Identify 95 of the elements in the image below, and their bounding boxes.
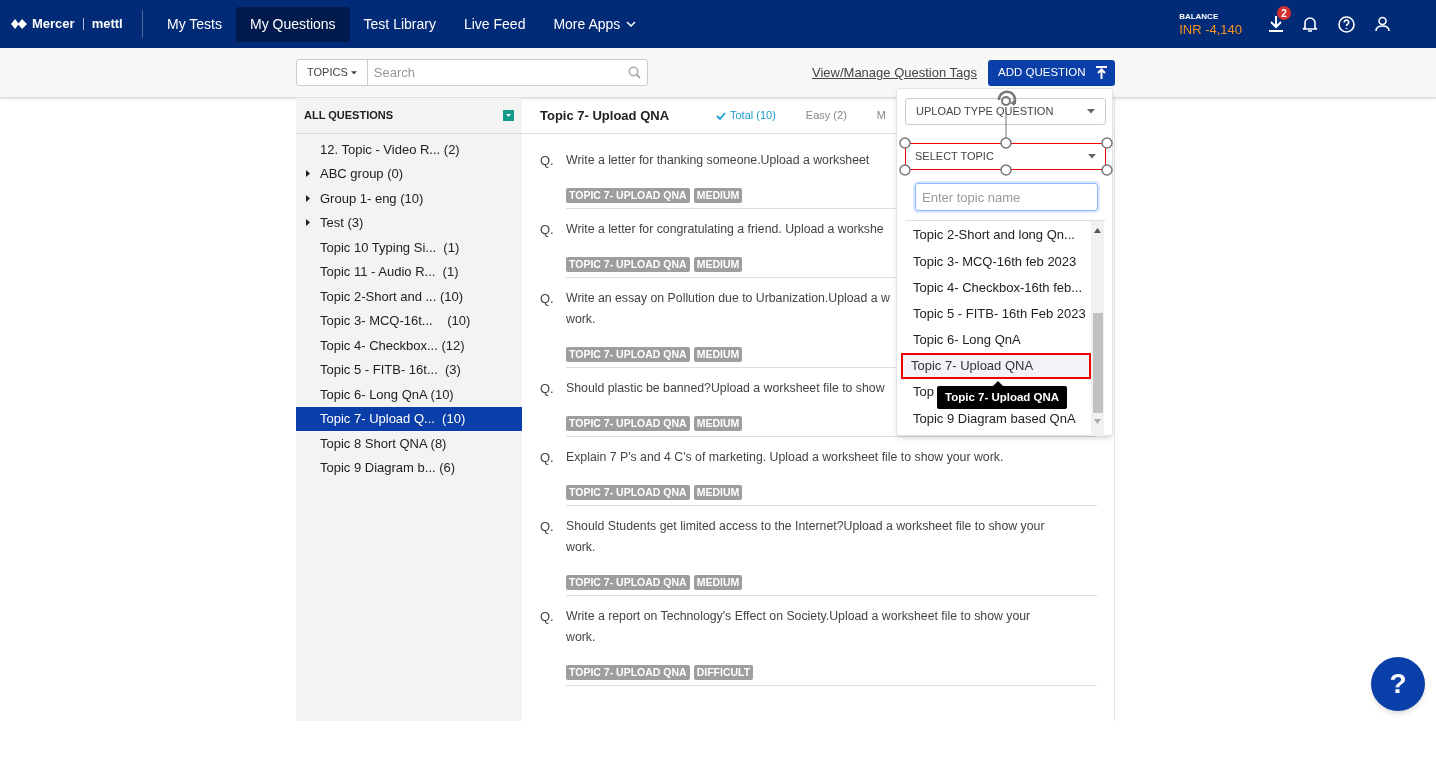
question-tag: TOPIC 7- UPLOAD QNA (566, 665, 690, 680)
user-icon[interactable] (1375, 16, 1390, 32)
expand-arrow-icon[interactable] (306, 170, 310, 178)
expand-arrow-icon[interactable] (306, 219, 310, 227)
question-type-select[interactable]: UPLOAD TYPE QUESTION (905, 98, 1106, 125)
sidebar-item[interactable]: Group 1- eng (10) (296, 186, 522, 211)
question-tag: TOPIC 7- UPLOAD QNA (566, 188, 690, 203)
nav-tab[interactable]: Live Feed (449, 6, 540, 42)
balance-label: BALANCE (1179, 12, 1220, 21)
check-icon (716, 111, 726, 120)
question-tag: MEDIUM (693, 257, 743, 272)
dropdown-option[interactable]: Topic 5 - FITB- 16th Feb 2023 (905, 300, 1091, 327)
sidebar-item[interactable]: Test (3) (296, 210, 522, 235)
question-tag: TOPIC 7- UPLOAD QNA (566, 347, 690, 362)
question-tag: TOPIC 7- UPLOAD QNA (566, 485, 690, 500)
question-text: work. (566, 539, 596, 556)
manage-tags-link[interactable]: View/Manage Question Tags (812, 62, 977, 83)
upload-icon (1096, 66, 1107, 79)
caret-icon (1088, 154, 1096, 159)
filter-tab[interactable]: Easy (2) (805, 107, 847, 124)
filter-tab[interactable]: M (876, 107, 886, 124)
sidebar-item[interactable]: ABC group (0) (296, 161, 522, 186)
dropdown-option[interactable]: Topic 2-Short and long Qn... (905, 222, 1091, 249)
dropdown-option[interactable]: Topic 9 Diagram based QnA (905, 405, 1091, 432)
sidebar-item[interactable]: Topic 10 Typing Si... (1) (296, 235, 522, 260)
question-text: work. (566, 629, 596, 646)
topics-dropdown[interactable]: TOPICS (297, 60, 368, 85)
sidebar-item[interactable]: Topic 3- MCQ-16t... (10) (296, 308, 522, 333)
product-name: mettl (91, 15, 123, 34)
question-text: Should plastic be banned?Upload a worksheet file to show (566, 380, 885, 397)
search-field[interactable]: Search (373, 62, 628, 83)
expand-arrow-icon[interactable] (306, 194, 310, 202)
sidebar-item[interactable]: Topic 9 Diagram b... (6) (296, 455, 522, 480)
topic-search-field[interactable]: Enter topic name (915, 183, 1098, 211)
question-marker: Q. (540, 449, 555, 467)
brand-name: Mercer (32, 15, 75, 34)
sidebar-item[interactable]: Topic 4- Checkbox... (12) (296, 333, 522, 358)
nav-tab[interactable]: My Tests (153, 6, 236, 42)
notification-badge: 2 (1277, 6, 1291, 20)
search-bar[interactable]: TOPICS Search (296, 59, 648, 86)
question-marker: Q. (540, 221, 555, 239)
nav-tab[interactable]: Test Library (349, 6, 450, 42)
scrollbar[interactable] (1091, 221, 1104, 436)
question-marker: Q. (540, 290, 555, 308)
bell-icon[interactable] (1302, 15, 1318, 33)
logo-icon (10, 18, 28, 30)
select-value: SELECT TOPIC (915, 149, 994, 165)
sidebar-item[interactable]: 12. Topic - Video R... (2) (296, 137, 522, 162)
question-marker: Q. (540, 518, 555, 536)
help-icon[interactable] (1338, 15, 1355, 33)
sidebar-item[interactable]: Topic 11 - Audio R... (1) (296, 259, 522, 284)
sidebar-item[interactable]: Topic 6- Long QnA (10) (296, 382, 522, 407)
question-text: Explain 7 P's and 4 C's of marketing. Upload a worksheet file to show your work. (566, 449, 1004, 466)
question-tag: MEDIUM (693, 416, 743, 431)
download-icon[interactable] (1268, 15, 1284, 33)
tooltip-text: Topic 7- Upload QNA (945, 389, 1060, 405)
caret-icon (350, 70, 357, 75)
topic-title: Topic 7- Upload QNA (540, 106, 671, 125)
question-text: Should Students get limited access to the Internet?Upload a worksheet file to show your (566, 518, 1045, 535)
question-tag: TOPIC 7- UPLOAD QNA (566, 416, 690, 431)
question-marker: Q. (540, 152, 555, 170)
question-marker: Q. (540, 380, 555, 398)
dropdown-option[interactable]: Topic 7- Upload QNA (901, 352, 1091, 380)
dropdown-option[interactable]: Topic 4- Checkbox-16th feb... (905, 274, 1091, 301)
balance-amount: INR -4,140 (1179, 22, 1242, 36)
question-text: work. (566, 311, 596, 328)
question-marker: Q. (540, 608, 555, 626)
question-tag: MEDIUM (693, 188, 743, 203)
question-tag: MEDIUM (693, 485, 743, 500)
dropdown-option[interactable]: Topic 6- Long QnA (905, 326, 1091, 353)
scroll-up-icon[interactable] (1094, 228, 1101, 233)
question-text: Write a report on Technology's Effect on Society.Upload a worksheet file to show your (566, 608, 1031, 625)
select-value: UPLOAD TYPE QUESTION (916, 104, 1054, 120)
help-button[interactable]: ? (1371, 657, 1425, 711)
sidebar-item[interactable]: Topic 2-Short and ... (10) (296, 284, 522, 309)
question-tag: MEDIUM (693, 347, 743, 362)
question-tag: DIFFICULT (693, 665, 754, 680)
scroll-thumb[interactable] (1093, 313, 1103, 413)
sidebar-item[interactable]: Topic 8 Short QNA (8) (296, 431, 522, 456)
question-tag: TOPIC 7- UPLOAD QNA (566, 257, 690, 272)
sidebar-item[interactable]: Topic 5 - FITB- 16t... (3) (296, 357, 522, 382)
sidebar-title: ALL QUESTIONS (304, 108, 394, 124)
nav-tab[interactable]: My Questions (236, 6, 350, 42)
sidebar-item[interactable]: Topic 7- Upload Q... (10) (296, 406, 522, 431)
question-text: Write a letter for congratulating a friend. Upload a workshe (566, 221, 884, 238)
nav-tab[interactable]: More Apps (539, 6, 651, 42)
add-question-button[interactable]: ADD QUESTION (988, 59, 1115, 86)
collapse-icon[interactable] (503, 110, 514, 121)
question-tag: TOPIC 7- UPLOAD QNA (566, 575, 690, 590)
question-text: Write an essay on Pollution due to Urbanization.Upload a w (566, 290, 890, 307)
chevron-down-icon (626, 21, 637, 27)
question-tag: MEDIUM (693, 575, 743, 590)
caret-icon (1087, 109, 1095, 114)
question-text: Write a letter for thanking someone.Upload a worksheet (566, 152, 870, 169)
dropdown-option[interactable]: Topic 3- MCQ-16th feb 2023 (905, 248, 1091, 275)
